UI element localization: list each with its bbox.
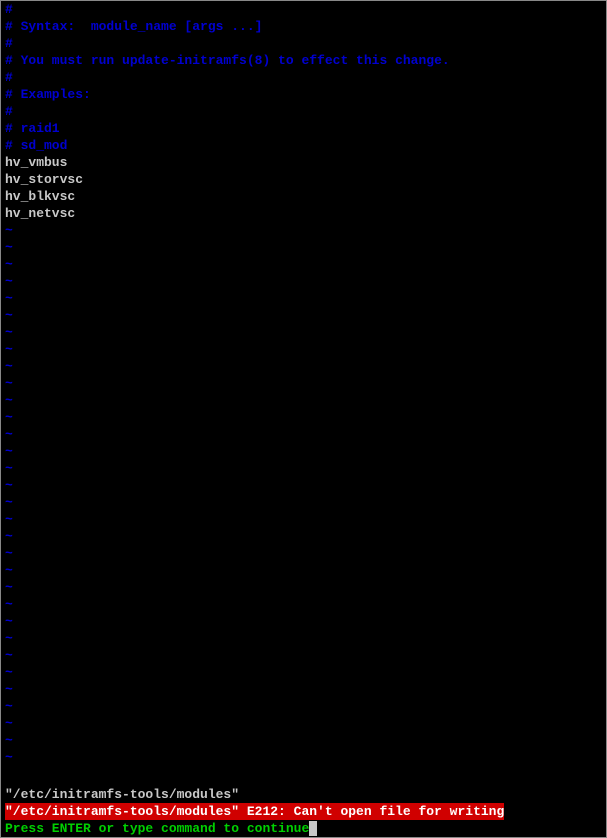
status-error-line: "/etc/initramfs-tools/modules" E212: Can… [5,803,504,820]
empty-line-tilde: ~ [5,477,602,494]
empty-line-tilde: ~ [5,426,602,443]
empty-line-tilde: ~ [5,273,602,290]
empty-line-tilde: ~ [5,256,602,273]
empty-line-tilde: ~ [5,596,602,613]
empty-line-tilde: ~ [5,630,602,647]
content-line: hv_netvsc [5,205,602,222]
empty-line-tilde: ~ [5,460,602,477]
status-file-line: "/etc/initramfs-tools/modules" [5,786,602,803]
empty-line-tilde: ~ [5,579,602,596]
cursor [309,821,317,836]
empty-line-tilde: ~ [5,562,602,579]
empty-line-tilde: ~ [5,545,602,562]
empty-line-tilde: ~ [5,375,602,392]
empty-line-tilde: ~ [5,732,602,749]
empty-line-tilde: ~ [5,511,602,528]
status-prompt-text: Press ENTER or type command to continue [5,821,309,836]
empty-line-tilde: ~ [5,409,602,426]
empty-line-tilde: ~ [5,239,602,256]
content-line: hv_vmbus [5,154,602,171]
comment-line: # raid1 [5,120,602,137]
empty-line-tilde: ~ [5,341,602,358]
comment-line: # Examples: [5,86,602,103]
empty-line-tilde: ~ [5,494,602,511]
comment-line: # [5,103,602,120]
empty-line-tilde: ~ [5,613,602,630]
empty-line-tilde: ~ [5,664,602,681]
empty-line-tilde: ~ [5,290,602,307]
empty-line-tilde: ~ [5,681,602,698]
content-line: hv_storvsc [5,171,602,188]
comment-line: # [5,69,602,86]
comment-line: # [5,35,602,52]
empty-line-tilde: ~ [5,715,602,732]
status-area: "/etc/initramfs-tools/modules" "/etc/ini… [1,786,606,837]
comment-line: # sd_mod [5,137,602,154]
buffer-content: ## Syntax: module_name [args ...]## You … [5,1,602,766]
empty-line-tilde: ~ [5,324,602,341]
content-line: hv_blkvsc [5,188,602,205]
status-prompt-line[interactable]: Press ENTER or type command to continue [5,820,602,837]
empty-line-tilde: ~ [5,698,602,715]
comment-line: # [5,1,602,18]
empty-line-tilde: ~ [5,392,602,409]
empty-line-tilde: ~ [5,443,602,460]
empty-line-tilde: ~ [5,222,602,239]
comment-line: # You must run update-initramfs(8) to ef… [5,52,602,69]
empty-line-tilde: ~ [5,647,602,664]
comment-line: # Syntax: module_name [args ...] [5,18,602,35]
empty-line-tilde: ~ [5,358,602,375]
vim-editor[interactable]: ## Syntax: module_name [args ...]## You … [1,1,606,837]
empty-line-tilde: ~ [5,749,602,766]
empty-line-tilde: ~ [5,528,602,545]
empty-line-tilde: ~ [5,307,602,324]
